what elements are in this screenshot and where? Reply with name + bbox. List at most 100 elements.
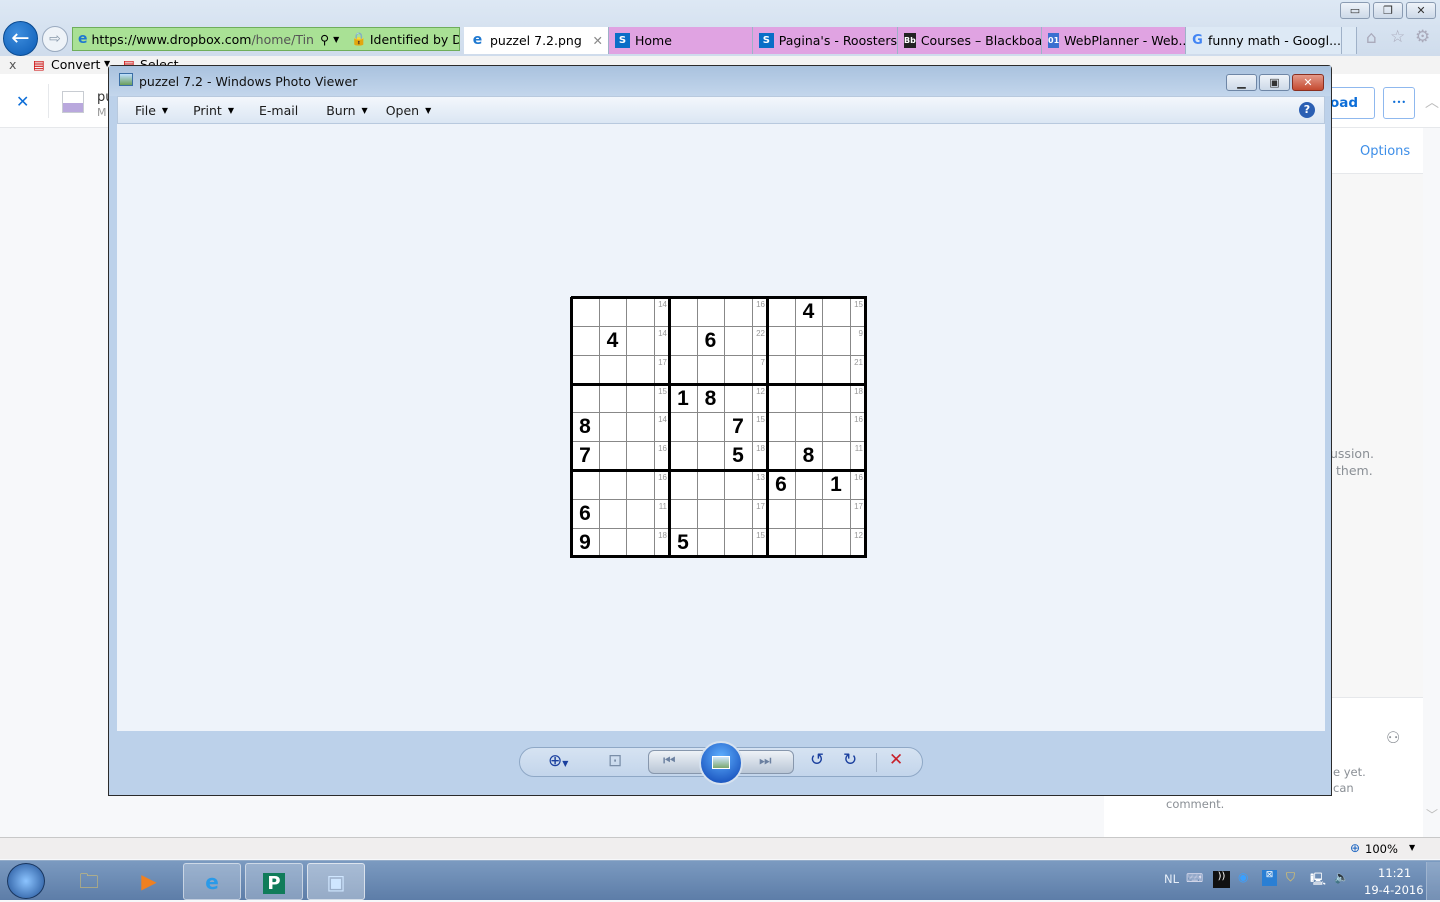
discussion-panel: ussion. them. [1330, 173, 1423, 698]
sudoku-cell: 1 [677, 386, 689, 410]
security-shield-icon[interactable]: ⛉ [1286, 870, 1295, 885]
taskbar-media-player[interactable]: ▶ [120, 863, 178, 900]
scroll-down-icon[interactable]: ﹀ [1426, 806, 1438, 823]
home-icon[interactable]: ⌂ [1366, 28, 1377, 48]
sudoku-cell [822, 329, 850, 355]
webplanner-icon: 01 [1048, 33, 1060, 48]
sudoku-cell [767, 502, 795, 528]
forward-button[interactable]: ⇨ [42, 26, 68, 52]
slideshow-button[interactable] [699, 741, 743, 785]
volume-icon[interactable]: 🔈 [1334, 870, 1349, 884]
minimize-button[interactable]: ▭ [1340, 2, 1370, 19]
chevron-down-icon[interactable]: ▼ [425, 106, 431, 115]
sync-icon[interactable]: ◉ [1238, 870, 1248, 884]
close-preview-button[interactable]: ✕ [16, 92, 29, 111]
taskbar-explorer[interactable]: 🗀 [60, 863, 118, 900]
sudoku-cell [599, 502, 627, 528]
row-sum-clue: 15 [756, 530, 765, 540]
row-sum-clue: 21 [854, 357, 863, 367]
back-button[interactable]: ← [3, 21, 38, 56]
language-indicator[interactable]: NL [1164, 872, 1179, 886]
chevron-down-icon[interactable]: ▼ [1409, 843, 1415, 852]
ie-icon: e [472, 32, 483, 48]
next-icon[interactable]: ⏭ [759, 753, 772, 769]
chevron-down-icon[interactable]: ▼ [333, 35, 339, 44]
star-icon[interactable]: ☆ [1390, 27, 1405, 47]
maximize-button[interactable]: ▣ [1259, 74, 1290, 91]
sudoku-cell [626, 415, 654, 441]
rotate-right-icon[interactable]: ↻ [843, 750, 857, 770]
pdf-icon: ▤ [33, 57, 45, 72]
tab-label: puzzel 7.2.png [490, 33, 582, 48]
previous-icon[interactable]: ⏮ [663, 753, 676, 769]
tab-funny-math[interactable]: Gfunny math - Googl... [1186, 27, 1342, 54]
identity-label[interactable]: Identified by D... [370, 32, 459, 47]
sudoku-cell [822, 358, 850, 384]
taskbar-photo-viewer[interactable]: ▣ [307, 863, 365, 900]
address-bar[interactable]: e https://www.dropbox.com/home/Tin ⚲ ▼ 🔒 … [72, 27, 460, 51]
tab-blackboard[interactable]: Bb Courses – Blackboa... [898, 27, 1042, 54]
sudoku-cell: 6 [704, 328, 717, 352]
image-file-icon [62, 91, 84, 113]
slideshow-icon [712, 756, 730, 769]
minimize-button[interactable]: ▁ [1226, 74, 1257, 91]
delete-icon[interactable]: ✕ [889, 750, 903, 770]
tab-roosters[interactable]: S Pagina's - Roosters [753, 27, 898, 54]
menu-open[interactable]: Open [386, 103, 419, 118]
comment-text: can [1333, 781, 1354, 795]
comment-text: e yet. [1333, 765, 1366, 779]
row-sum-clue: 16 [756, 300, 765, 309]
close-button[interactable]: ✕ [1292, 74, 1324, 91]
more-options-button[interactable]: ••• [1383, 87, 1415, 119]
taskbar-publisher[interactable]: P [245, 863, 303, 900]
menu-file[interactable]: File [135, 103, 156, 118]
show-desktop-button[interactable] [1426, 862, 1440, 900]
new-tab-button[interactable] [1342, 27, 1357, 54]
network-icon[interactable]: 🖳 [1310, 870, 1326, 891]
menu-print[interactable]: Print [193, 103, 222, 118]
tab-webplanner[interactable]: 01 WebPlanner - Web... [1042, 27, 1186, 54]
sudoku-cell [626, 300, 654, 326]
sudoku-cell [626, 358, 654, 384]
tab-home[interactable]: S Home [609, 27, 753, 54]
search-icon[interactable]: ⚲ [320, 32, 329, 47]
rotate-left-icon[interactable]: ↺ [810, 750, 824, 770]
row-sum-clue: 18 [854, 386, 863, 396]
ie-icon: e [205, 870, 219, 894]
taskbar-internet-explorer[interactable]: e [183, 863, 241, 900]
clock-time[interactable]: 11:21 [1378, 866, 1411, 880]
audio-app-icon[interactable]: )) [1213, 871, 1230, 888]
chevron-down-icon[interactable]: ▼ [228, 106, 234, 115]
menu-burn[interactable]: Burn [326, 103, 355, 118]
actual-size-icon[interactable]: ⊡ [608, 751, 622, 771]
tab-puzzel[interactable]: e puzzel 7.2.png ✕ [464, 27, 609, 54]
options-link[interactable]: Options [1360, 144, 1410, 159]
sudoku-cell [724, 329, 752, 355]
sudoku-cell [599, 444, 627, 470]
close-commandbar-icon[interactable]: x [9, 57, 16, 72]
gear-icon[interactable]: ⚙ [1415, 27, 1430, 47]
sudoku-cell [571, 300, 599, 326]
sudoku-cell [571, 387, 599, 413]
tab-label: Home [635, 33, 672, 48]
chevron-down-icon[interactable]: ▼ [162, 106, 168, 115]
row-sum-clue: 14 [658, 328, 667, 338]
start-button[interactable] [7, 863, 45, 899]
menu-email[interactable]: E-mail [259, 103, 298, 118]
keyboard-icon[interactable]: ⌨ [1186, 871, 1203, 885]
scroll-up-icon[interactable]: ︿ [1425, 92, 1439, 112]
close-tab-icon[interactable]: ✕ [593, 33, 603, 48]
sudoku-cell [599, 387, 627, 413]
convert-button[interactable]: Convert [51, 57, 100, 72]
clock-date[interactable]: 19-4-2016 [1364, 883, 1424, 897]
sudoku-cell [767, 300, 795, 326]
zoom-icon[interactable]: ⊕▼ [548, 751, 568, 771]
chevron-down-icon[interactable]: ▼ [362, 106, 368, 115]
close-window-button[interactable]: ✕ [1406, 2, 1436, 19]
help-icon[interactable]: ? [1299, 102, 1315, 118]
sudoku-cell [795, 387, 823, 413]
tray-app-icon[interactable]: ⊠ [1262, 870, 1277, 886]
zoom-level[interactable]: 100% [1365, 842, 1398, 856]
user-plus-icon[interactable]: ⚇ [1386, 728, 1400, 747]
restore-button[interactable]: ❐ [1373, 2, 1403, 19]
